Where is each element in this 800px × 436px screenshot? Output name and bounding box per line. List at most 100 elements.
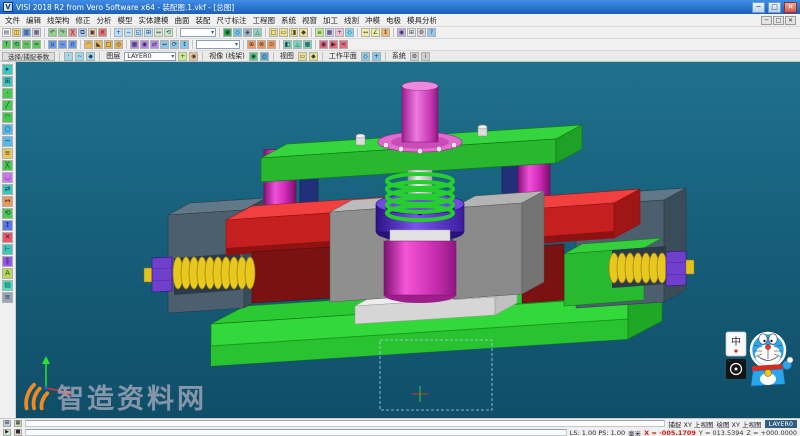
- grid-toggle-icon[interactable]: ▦: [14, 420, 22, 427]
- trim-curve-icon[interactable]: ╳: [2, 160, 13, 171]
- selection-filter-icon[interactable]: ▸: [2, 64, 13, 75]
- menu-window[interactable]: 视窗: [299, 14, 320, 27]
- mdi-minimize-button[interactable]: ─: [761, 16, 772, 25]
- layer-assign-icon[interactable]: ▤: [2, 280, 13, 291]
- menu-wireframe[interactable]: 线架构: [44, 14, 73, 27]
- workplane-xy-icon[interactable]: ◇: [361, 52, 370, 61]
- render-icon[interactable]: ◉: [319, 40, 328, 49]
- print-icon[interactable]: ▦: [32, 28, 41, 37]
- side-view-icon[interactable]: ◨: [289, 28, 298, 37]
- system-settings-icon[interactable]: ⚙: [410, 52, 419, 61]
- grid-icon[interactable]: ▦: [325, 28, 334, 37]
- menu-modify[interactable]: 修正: [73, 14, 94, 27]
- menu-analysis[interactable]: 分析: [94, 14, 115, 27]
- explode-view-icon[interactable]: △: [293, 40, 302, 49]
- stop-macro-icon[interactable]: ■: [14, 429, 22, 436]
- delete-entity-icon[interactable]: ✕: [2, 232, 13, 243]
- minimize-button[interactable]: ─: [752, 2, 765, 13]
- mdi-close-button[interactable]: ✕: [785, 16, 796, 25]
- system-info-icon[interactable]: i: [421, 52, 430, 61]
- mdi-restore-button[interactable]: □: [773, 16, 784, 25]
- extrude-icon[interactable]: ↑: [2, 40, 11, 49]
- boolean-intersect-icon[interactable]: ∩: [68, 40, 77, 49]
- measure-distance-icon[interactable]: ↔: [361, 28, 370, 37]
- paste-icon[interactable]: ▣: [88, 28, 97, 37]
- layer-combo[interactable]: LAYER0: [124, 52, 176, 61]
- rotate-entity-icon[interactable]: ⟲: [2, 208, 13, 219]
- options-gear-icon[interactable]: ⚙: [417, 28, 426, 37]
- selection-params-tab[interactable]: 选择/捕捉参数: [2, 52, 55, 61]
- active-config-combo[interactable]: [180, 28, 216, 37]
- revolve-icon[interactable]: ⟲: [12, 40, 21, 49]
- workplane-icon[interactable]: ◇: [345, 28, 354, 37]
- undo-icon[interactable]: ↶: [48, 28, 57, 37]
- text-annotation-icon[interactable]: A: [2, 268, 13, 279]
- zoom-out-icon[interactable]: −: [124, 28, 133, 37]
- menu-surface[interactable]: 曲面: [172, 14, 193, 27]
- sweep-icon[interactable]: ~: [22, 40, 31, 49]
- rotate-icon[interactable]: ⟳: [170, 40, 179, 49]
- perspective-icon[interactable]: △: [253, 28, 262, 37]
- active-layer-badge[interactable]: LAYER0: [765, 420, 797, 428]
- menu-file[interactable]: 文件: [2, 14, 23, 27]
- view-iso-icon[interactable]: ◆: [309, 52, 318, 61]
- fillet-curve-icon[interactable]: ◡: [2, 172, 13, 183]
- layers-icon[interactable]: ≡: [315, 28, 324, 37]
- circle-create-icon[interactable]: ○: [2, 124, 13, 135]
- menu-electrode[interactable]: 电极: [383, 14, 404, 27]
- shading-shaded-icon[interactable]: ◉: [249, 52, 258, 61]
- boolean-union-icon[interactable]: ∪: [48, 40, 57, 49]
- assembly-add-icon[interactable]: ⊕: [247, 40, 256, 49]
- zoom-window-icon[interactable]: ⊞: [144, 28, 153, 37]
- fillet-feature-icon[interactable]: ◠: [84, 40, 93, 49]
- hole-feature-icon[interactable]: ◎: [114, 40, 123, 49]
- properties-edit-icon[interactable]: ≡: [2, 292, 13, 303]
- copy-icon[interactable]: ⧉: [78, 28, 87, 37]
- iso-view-icon[interactable]: ◆: [299, 28, 308, 37]
- menu-system[interactable]: 系统: [278, 14, 299, 27]
- help-icon[interactable]: ?: [427, 28, 436, 37]
- top-view-icon[interactable]: ▭: [279, 28, 288, 37]
- interference-check-icon[interactable]: ⊙: [267, 40, 276, 49]
- filter-curves-icon[interactable]: ~: [75, 52, 84, 61]
- part-top-cylinder[interactable]: [402, 82, 438, 143]
- dimension-icon[interactable]: ↕: [381, 28, 390, 37]
- scale-entity-icon[interactable]: ↕: [2, 220, 13, 231]
- scale-icon[interactable]: ↕: [180, 40, 189, 49]
- zoom-in-icon[interactable]: +: [114, 28, 123, 37]
- mirror-feature-icon[interactable]: ⇄: [150, 40, 159, 49]
- close-button[interactable]: ✕: [784, 2, 797, 13]
- point-create-icon[interactable]: ·: [2, 88, 13, 99]
- filter-points-icon[interactable]: ·: [64, 52, 73, 61]
- shaded-view-icon[interactable]: ◉: [223, 28, 232, 37]
- arc-create-icon[interactable]: ◠: [2, 112, 13, 123]
- new-file-icon[interactable]: ▤: [2, 28, 11, 37]
- shading-wire-icon[interactable]: ◇: [260, 52, 269, 61]
- line-create-icon[interactable]: ╱: [2, 100, 13, 111]
- filter-solids-icon[interactable]: ◆: [86, 52, 95, 61]
- menu-drawing[interactable]: 工程图: [250, 14, 279, 27]
- menu-edit[interactable]: 编辑: [23, 14, 44, 27]
- redo-icon[interactable]: ↷: [58, 28, 67, 37]
- menu-assembly[interactable]: 装配: [193, 14, 214, 27]
- pan-view-icon[interactable]: ↔: [154, 28, 163, 37]
- offset-curve-icon[interactable]: ≡: [2, 148, 13, 159]
- viewport-3d[interactable]: 中: [16, 62, 800, 418]
- zoom-fit-icon[interactable]: ◱: [134, 28, 143, 37]
- shell-feature-icon[interactable]: □: [104, 40, 113, 49]
- hidden-line-icon[interactable]: ◈: [243, 28, 252, 37]
- bom-table-icon[interactable]: ▦: [303, 40, 312, 49]
- move-icon[interactable]: ↔: [160, 40, 169, 49]
- save-file-icon[interactable]: ▥: [22, 28, 31, 37]
- part-spring-right[interactable]: [609, 251, 694, 286]
- pattern-linear-icon[interactable]: ▦: [130, 40, 139, 49]
- boolean-subtract-icon[interactable]: −: [58, 40, 67, 49]
- layer-visibility-icon[interactable]: ◉: [189, 52, 198, 61]
- snap-settings-icon[interactable]: ⊞: [2, 76, 13, 87]
- part-gray-block-right[interactable]: [453, 191, 544, 299]
- menu-model[interactable]: 模型: [115, 14, 136, 27]
- measure-tool-icon[interactable]: ⊢: [2, 244, 13, 255]
- measure-angle-icon[interactable]: ∠: [371, 28, 380, 37]
- mirror-entity-icon[interactable]: ⇄: [2, 184, 13, 195]
- menu-dimension[interactable]: 尺寸标注: [214, 14, 250, 27]
